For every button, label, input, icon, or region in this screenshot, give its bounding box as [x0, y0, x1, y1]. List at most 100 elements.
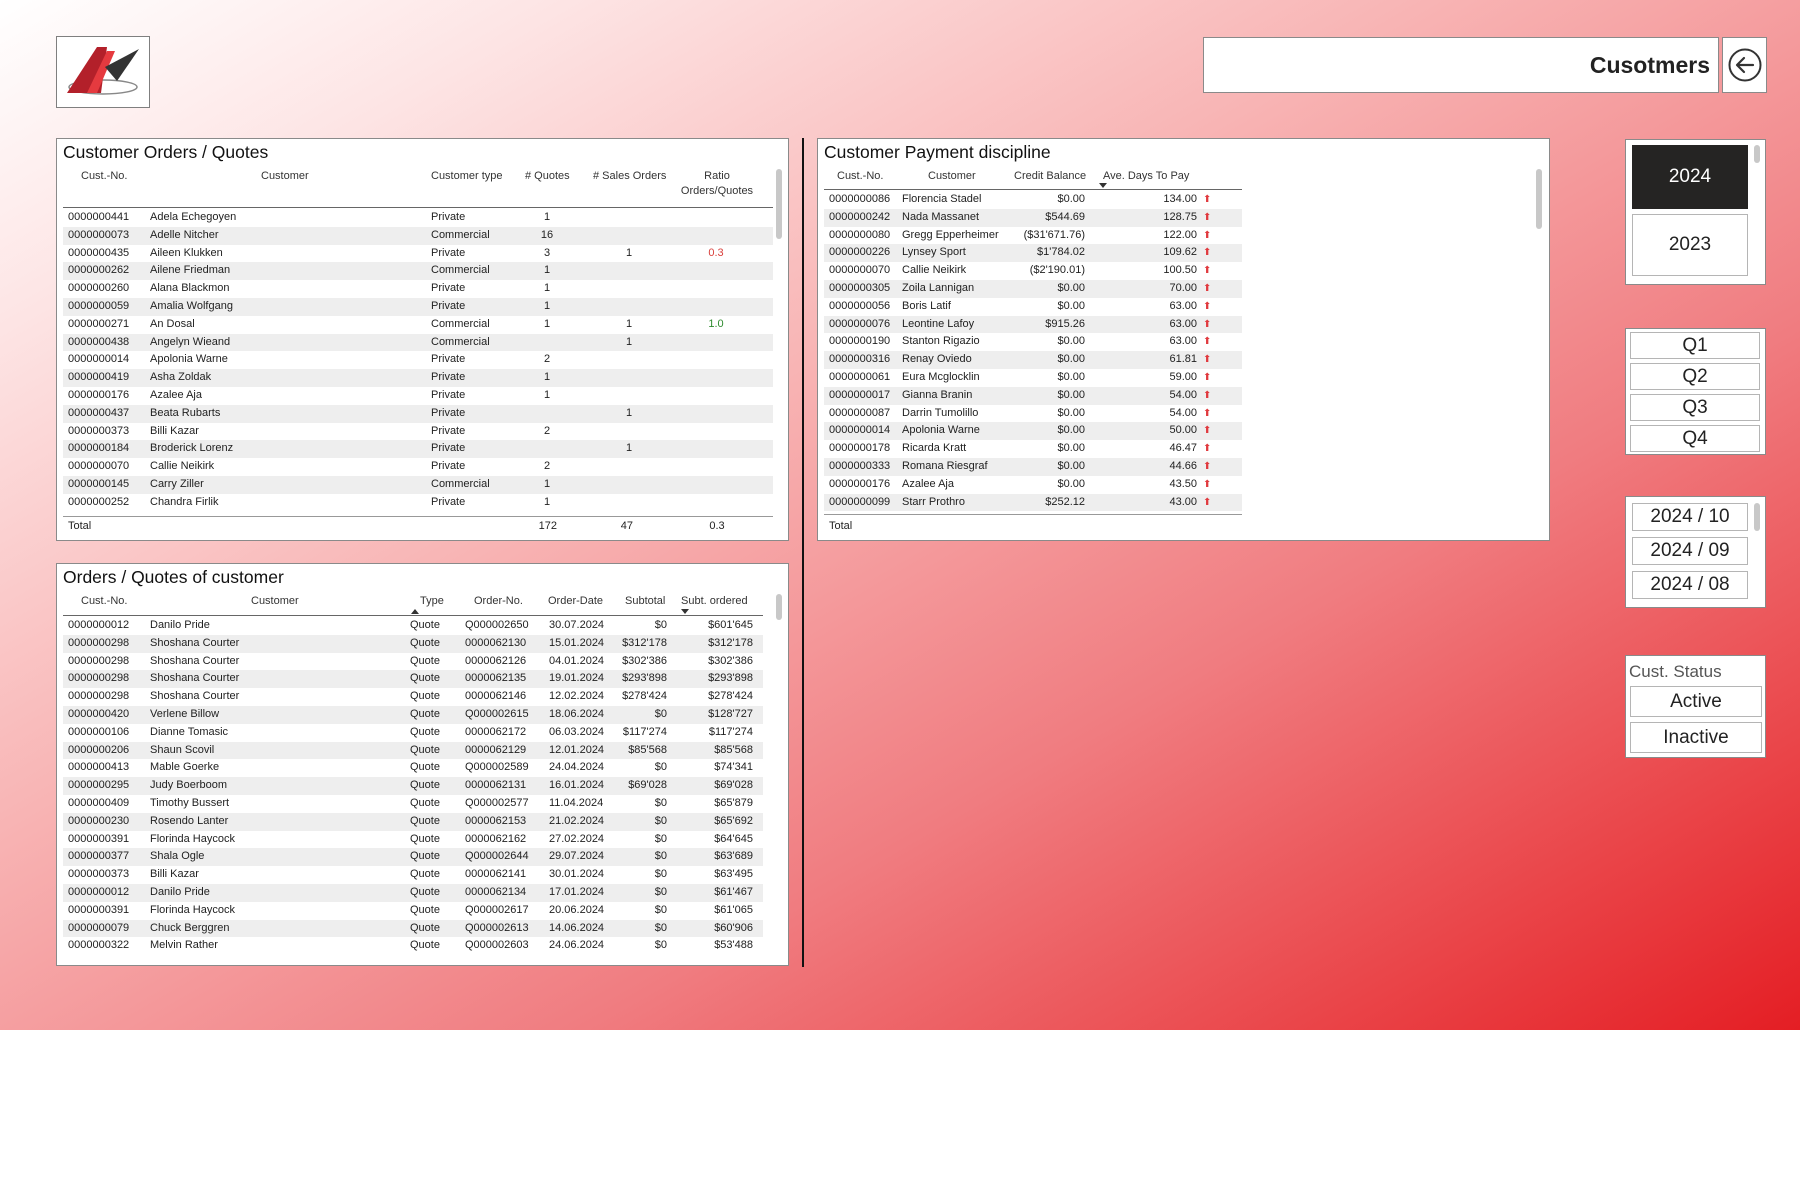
back-button[interactable] [1722, 37, 1767, 93]
col-header-credit-balance[interactable]: Credit Balance [1014, 169, 1086, 184]
table-row[interactable]: 0000000014 Apolonia Warne $0.00 50.00 ⬆ [824, 422, 1242, 441]
quarter-option-q2[interactable]: Q2 [1630, 363, 1760, 390]
table-row[interactable]: 0000000373 Billi Kazar Quote 0000062141 30.0… [63, 866, 763, 884]
quarter-option-q1[interactable]: Q1 [1630, 332, 1760, 359]
col-header-order-date[interactable]: Order-Date [548, 594, 603, 609]
table-row[interactable]: 0000000441 Adela Echegoyen Private 1 [63, 209, 773, 227]
quarter-option-q3[interactable]: Q3 [1630, 394, 1760, 421]
col-header-customer[interactable]: Customer [261, 169, 309, 184]
month-slicer-scrollbar[interactable] [1754, 503, 1760, 531]
month-option-2024-09[interactable]: 2024 / 09 [1632, 537, 1748, 565]
col-header-customer[interactable]: Customer [251, 594, 299, 609]
table-row[interactable]: 0000000017 Gianna Branin $0.00 54.00 ⬆ [824, 386, 1242, 405]
table-row[interactable]: 0000000230 Rosendo Lanter Quote 0000062153 2… [63, 812, 763, 831]
table-row[interactable]: 0000000076 Leontine Lafoy $915.26 63.00 ⬆ [824, 315, 1242, 334]
table-row[interactable]: 0000000391 Florinda Haycock Quote Q00000261… [63, 902, 763, 920]
quarter-option-q4[interactable]: Q4 [1630, 425, 1760, 452]
col-header-ratio[interactable]: Ratio Orders/Quotes [657, 169, 777, 199]
col-header-days-to-pay[interactable]: Ave. Days To Pay [1103, 169, 1189, 184]
col-header-customer[interactable]: Customer [928, 169, 976, 184]
table-row[interactable]: 0000000190 Stanton Rigazio $0.00 63.00 ⬆ [824, 333, 1242, 351]
table-row[interactable]: 0000000184 Broderick Lorenz Private 1 [63, 440, 773, 459]
table-row[interactable]: 0000000316 Renay Oviedo $0.00 61.81 ⬆ [824, 351, 1242, 369]
table-row[interactable]: 0000000271 An Dosal Commercial 1 1 1.0 [63, 316, 773, 334]
col-header-cust-no[interactable]: Cust.-No. [81, 169, 127, 184]
type-cell: Quote [410, 921, 440, 934]
cust-no-cell: 0000000014 [68, 353, 130, 366]
year-slicer-scrollbar[interactable] [1754, 145, 1760, 163]
table-row[interactable]: 0000000373 Billi Kazar Private 2 [63, 423, 773, 441]
table-row[interactable]: 0000000298 Shoshana Courter Quote 000006214… [63, 688, 763, 706]
table-row[interactable]: 0000000056 Boris Latif $0.00 63.00 ⬆ [824, 298, 1242, 316]
table-row[interactable]: 0000000413 Mable Goerke Quote Q000002589 24.… [63, 759, 763, 777]
table-row[interactable]: 0000000176 Azalee Aja Private 1 [63, 387, 773, 405]
col-header-type[interactable]: Type [420, 594, 444, 609]
table-row[interactable]: 0000000322 Melvin Rather Quote Q000002603 24… [63, 937, 763, 955]
table-row[interactable]: 0000000419 Asha Zoldak Private 1 [63, 369, 773, 387]
customer-cell: Shoshana Courter [150, 636, 240, 649]
month-option-2024-08[interactable]: 2024 / 08 [1632, 571, 1748, 599]
credit-balance-cell: $0.00 [1057, 460, 1085, 472]
month-option-2024-10[interactable]: 2024 / 10 [1632, 503, 1748, 531]
table-row[interactable]: 0000000106 Dianne Tomasic Quote 0000062172 0… [63, 724, 763, 742]
table-row[interactable]: 0000000298 Shoshana Courter Quote 000006213… [63, 634, 763, 653]
customer-orders-scrollbar[interactable] [776, 594, 782, 620]
table-row[interactable]: 0000000377 Shala Ogle Quote Q000002644 29.07… [63, 848, 763, 867]
table-row[interactable]: 0000000333 Romana Riesgraf $0.00 44.66 ⬆ [824, 458, 1242, 476]
table-row[interactable]: 0000000295 Judy Boerboom Quote 0000062131 16… [63, 777, 763, 795]
table-row[interactable]: 0000000242 Nada Massanet $544.69 128.75 ⬆ [824, 208, 1242, 227]
days-to-pay-cell: 59.00 [1169, 371, 1197, 383]
table-row[interactable]: 0000000409 Timothy Bussert Quote Q000002577… [63, 795, 763, 813]
payment-scrollbar[interactable] [1536, 169, 1542, 229]
year-option-2024[interactable]: 2024 [1632, 145, 1748, 209]
col-header-cust-no[interactable]: Cust.-No. [81, 594, 127, 609]
table-row[interactable]: 0000000059 Amalia Wolfgang Private 1 [63, 298, 773, 316]
table-row[interactable]: 0000000099 Starr Prothro $252.12 43.00 ⬆ [824, 493, 1242, 512]
col-header-sales-orders[interactable]: # Sales Orders [593, 169, 666, 184]
subt-ordered-cell: $117'274 [708, 725, 753, 738]
table-row[interactable]: 0000000252 Chandra Firlik Private 1 [63, 494, 773, 512]
table-row[interactable]: 0000000014 Apolonia Warne Private 2 [63, 351, 773, 369]
customer-cell: Shoshana Courter [150, 672, 240, 685]
table-row[interactable]: 0000000260 Alana Blackmon Private 1 [63, 280, 773, 298]
table-row[interactable]: 0000000145 Carry Ziller Commercial 1 [63, 476, 773, 494]
table-row[interactable]: 0000000086 Florencia Stadel $0.00 134.00 ⬆ [824, 191, 1242, 209]
col-header-subt-ordered[interactable]: Subt. ordered [681, 594, 748, 609]
table-row[interactable]: 0000000437 Beata Rubarts Private 1 [63, 404, 773, 423]
status-option-active[interactable]: Active [1630, 686, 1762, 717]
table-row[interactable]: 0000000070 Callie Neikirk Private 2 [63, 458, 773, 476]
order-date-cell: 18.06.2024 [549, 708, 605, 720]
col-header-cust-no[interactable]: Cust.-No. [837, 169, 883, 184]
col-header-customer-type[interactable]: Customer type [431, 169, 503, 184]
table-row[interactable]: 0000000176 Azalee Aja $0.00 43.50 ⬆ [824, 476, 1242, 494]
table-row[interactable]: 0000000012 Danilo Pride Quote 0000062134 17.… [63, 884, 763, 902]
table-row[interactable]: 0000000438 Angelyn Wieand Commercial 1 [63, 333, 773, 352]
table-row[interactable]: 0000000178 Ricarda Kratt $0.00 46.47 ⬆ [824, 440, 1242, 458]
table-row[interactable]: 0000000298 Shoshana Courter Quote 000006213… [63, 670, 763, 689]
table-row[interactable]: 0000000435 Aileen Klukken Private 3 1 0.3 [63, 245, 773, 263]
table-row[interactable]: 0000000073 Adelle Nitcher Commercial 16 [63, 226, 773, 245]
table-row[interactable]: 0000000206 Shaun Scovil Quote 0000062129 12.… [63, 741, 763, 760]
orders-quotes-scrollbar[interactable] [776, 169, 782, 239]
table-row[interactable]: 0000000391 Florinda Haycock Quote 000006216… [63, 831, 763, 849]
col-header-order-no[interactable]: Order-No. [474, 594, 523, 609]
table-row[interactable]: 0000000061 Eura Mcglocklin $0.00 59.00 ⬆ [824, 369, 1242, 387]
table-row[interactable]: 0000000070 Callie Neikirk ($2'190.01) 100.5… [824, 262, 1242, 280]
table-row[interactable]: 0000000012 Danilo Pride Quote Q000002650 30.… [63, 617, 763, 635]
table-row[interactable]: 0000000420 Verlene Billow Quote Q000002615 1… [63, 706, 763, 724]
subt-ordered-cell: $65'879 [714, 797, 753, 809]
customer-cell: Billi Kazar [150, 424, 199, 437]
table-row[interactable]: 0000000305 Zoila Lannigan $0.00 70.00 ⬆ [824, 280, 1242, 298]
table-row[interactable]: 0000000226 Lynsey Sport $1'784.02 109.62 ⬆ [824, 244, 1242, 263]
col-header-subtotal[interactable]: Subtotal [625, 594, 665, 609]
col-header-quotes[interactable]: # Quotes [525, 169, 570, 184]
subt-ordered-cell: $312'178 [708, 636, 753, 649]
table-row[interactable]: 0000000262 Ailene Friedman Commercial 1 [63, 262, 773, 281]
table-row[interactable]: 0000000087 Darrin Tumolillo $0.00 54.00 ⬆ [824, 405, 1242, 423]
table-row[interactable]: 0000000298 Shoshana Courter Quote 000006212… [63, 653, 763, 671]
year-option-2023[interactable]: 2023 [1632, 214, 1748, 276]
table-row[interactable]: 0000000080 Gregg Epperheimer ($31'671.76) 1… [824, 227, 1242, 245]
status-option-inactive[interactable]: Inactive [1630, 722, 1762, 753]
table-row[interactable]: 0000000079 Chuck Berggren Quote Q000002613 1… [63, 919, 763, 938]
order-no-cell: 0000062141 [465, 868, 527, 881]
